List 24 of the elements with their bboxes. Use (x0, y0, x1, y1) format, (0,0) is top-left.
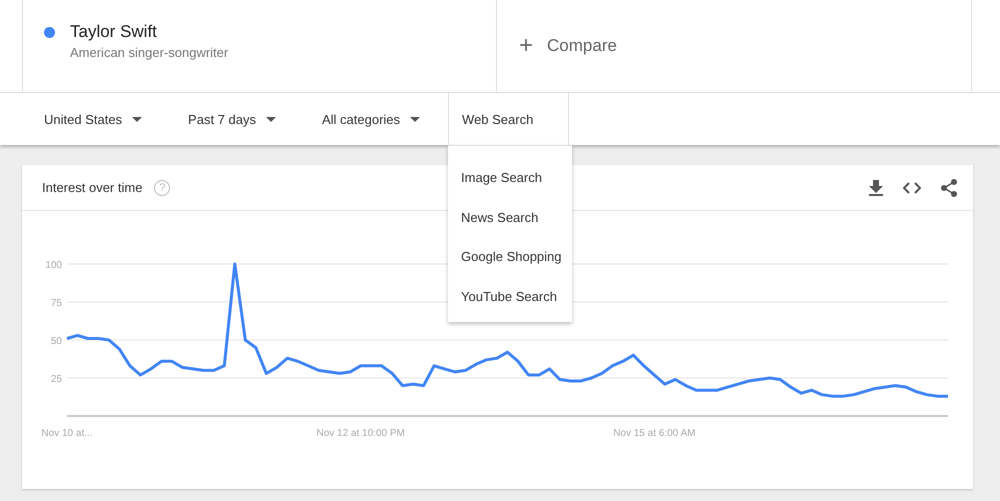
caret-icon (266, 116, 276, 122)
card-title: Interest over time (42, 180, 142, 195)
share-icon[interactable] (941, 178, 957, 196)
embed-icon[interactable] (903, 182, 921, 194)
x-tick-label: Nov 10 at... (41, 428, 93, 439)
y-tick-label: 50 (50, 336, 62, 347)
menu-item[interactable]: Image Search (448, 158, 572, 198)
download-icon[interactable] (869, 180, 883, 196)
y-tick-label: 25 (50, 374, 62, 385)
term-subtitle: American singer-songwriter (70, 45, 228, 60)
search-type-dropdown[interactable]: Web Search (448, 93, 570, 145)
menu-item[interactable]: YouTube Search (448, 276, 572, 316)
menu-item[interactable]: Google Shopping (448, 237, 572, 276)
filter-dropdown[interactable]: All categories (308, 93, 434, 145)
y-tick-label: 75 (50, 298, 62, 309)
caret-icon (132, 116, 142, 122)
caret-icon (410, 116, 420, 122)
filter-dropdown[interactable]: United States (30, 93, 156, 145)
filter-dropdown[interactable]: Past 7 days (174, 93, 290, 145)
x-tick-label: Nov 12 at 10:00 PM (316, 428, 405, 439)
term-title: Taylor Swift (70, 22, 158, 42)
x-tick-label: Nov 15 at 6:00 AM (613, 428, 696, 439)
menu-item[interactable]: News Search (448, 198, 572, 237)
y-tick-label: 100 (45, 260, 62, 271)
